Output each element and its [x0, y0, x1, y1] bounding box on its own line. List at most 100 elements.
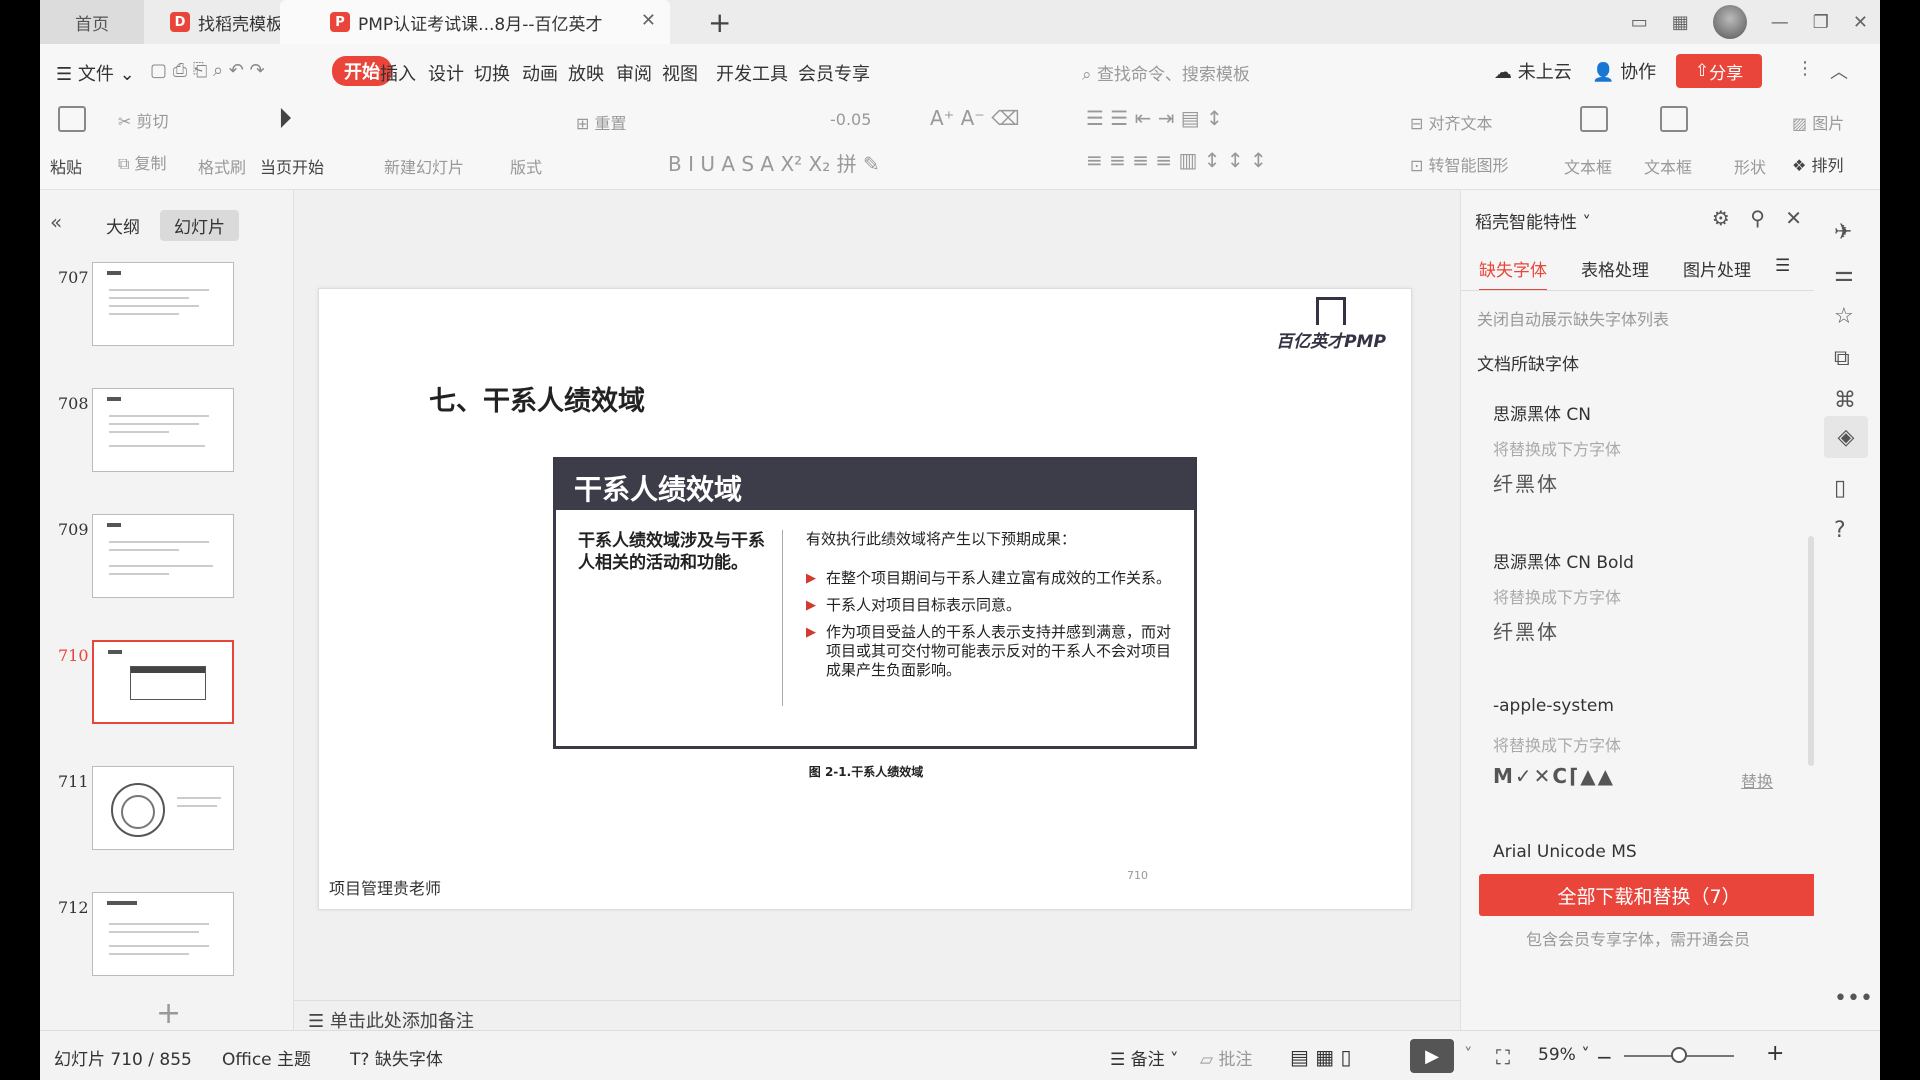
- slide-thumbnail[interactable]: [92, 514, 234, 598]
- notes-toggle[interactable]: ☰ 备注 ˅: [1110, 1045, 1179, 1070]
- slide-thumbnail[interactable]: [92, 766, 234, 850]
- reset-button[interactable]: ⊞ 重置: [576, 110, 627, 134]
- command-search[interactable]: ⌕ 查找命令、搜索模板: [1082, 60, 1250, 85]
- collapse-panel-icon[interactable]: «: [50, 210, 62, 234]
- paste-button[interactable]: 粘贴: [50, 154, 82, 178]
- current-slide[interactable]: 百亿英才PMP 七、干系人绩效域 干系人绩效域 干系人绩效域涉及与干系人相关的活…: [318, 288, 1412, 910]
- share-button[interactable]: ⇧ 分享: [1676, 54, 1762, 88]
- thumbnail-708[interactable]: 708: [40, 388, 294, 488]
- textbox2-icon[interactable]: [1660, 106, 1688, 132]
- slide-thumbnail[interactable]: [92, 892, 234, 976]
- font-size-delta[interactable]: -0.05: [830, 110, 871, 129]
- notes-field[interactable]: ☰ 单击此处添加备注: [294, 1000, 1460, 1032]
- play-slideshow-button[interactable]: ▶: [1410, 1039, 1454, 1073]
- text-format-buttons[interactable]: B I U A S A X² X₂ 拼 ✎: [668, 148, 880, 177]
- tab-document[interactable]: P PMP认证考试课...8月--百亿英才 ✕: [280, 0, 670, 44]
- thumbnail-712[interactable]: 712: [40, 892, 294, 992]
- play-current-button[interactable]: 当页开始: [260, 154, 324, 178]
- format-painter-button[interactable]: 格式刷: [198, 154, 246, 178]
- menu-insert[interactable]: 插入: [380, 60, 416, 86]
- panel-title[interactable]: 稻壳智能特性 ˅: [1475, 208, 1591, 233]
- download-replace-all-button[interactable]: 全部下载和替换（7）: [1479, 874, 1819, 916]
- collapse-ribbon-icon[interactable]: ︿: [1830, 58, 1848, 84]
- image-search-icon[interactable]: ⌘: [1834, 388, 1856, 413]
- thumbnail-707[interactable]: 707: [40, 262, 294, 362]
- play-options-icon[interactable]: ˅: [1464, 1045, 1473, 1065]
- menu-slideshow[interactable]: 放映: [568, 60, 604, 86]
- slide-thumbnail-selected[interactable]: [92, 640, 234, 724]
- cloud-status[interactable]: ☁ 未上云: [1494, 58, 1572, 84]
- quick-access-icons[interactable]: ▢ ⎙ ⎗ ⌕ ↶ ↷: [150, 60, 265, 81]
- list-buttons[interactable]: ☰ ☰ ⇤ ⇥ ▤ ↕: [1086, 106, 1223, 130]
- new-tab-button[interactable]: +: [708, 6, 731, 39]
- fit-window-icon[interactable]: ⛶: [1496, 1045, 1510, 1069]
- zoom-out-icon[interactable]: −: [1596, 1045, 1613, 1069]
- thumbnail-711[interactable]: 711: [40, 766, 294, 866]
- close-auto-show-link[interactable]: 关闭自动展示缺失字体列表: [1477, 306, 1669, 330]
- slide-thumbnail[interactable]: [92, 388, 234, 472]
- theme-name[interactable]: Office 主题: [222, 1045, 311, 1070]
- zoom-level[interactable]: 59% ˅: [1538, 1045, 1590, 1065]
- panel-menu-icon[interactable]: ☰: [1775, 256, 1790, 276]
- font-size-buttons[interactable]: A⁺ A⁻ ⌫: [930, 106, 1019, 130]
- add-slide-icon[interactable]: +: [156, 996, 181, 1031]
- sliders-icon[interactable]: ⚌: [1834, 262, 1854, 287]
- close-tab-icon[interactable]: ✕: [641, 10, 656, 31]
- settings-gear-icon[interactable]: ⚙: [1712, 206, 1730, 230]
- menu-design[interactable]: 设计: [428, 60, 464, 86]
- rocket-icon[interactable]: ✈: [1834, 220, 1852, 245]
- paste-icon[interactable]: [58, 106, 86, 132]
- copy-doc-icon[interactable]: ⧉: [1834, 346, 1850, 371]
- cut-button[interactable]: ✂ 剪切: [118, 108, 169, 132]
- compass-icon[interactable]: ◈: [1824, 416, 1868, 458]
- replacement-font[interactable]: 纤黑体: [1493, 468, 1559, 497]
- replace-link[interactable]: 替换: [1741, 768, 1773, 792]
- tab-slides[interactable]: 幻灯片: [160, 210, 239, 241]
- more-icon[interactable]: ⋮: [1796, 58, 1814, 79]
- textbox-button[interactable]: 文本框: [1564, 154, 1612, 178]
- paragraph-align-buttons[interactable]: ≡ ≡ ≡ ≡ ▥ ↕ ↕ ↕: [1086, 148, 1267, 172]
- user-avatar[interactable]: [1712, 5, 1747, 39]
- layout-icon[interactable]: ▭: [1631, 12, 1648, 33]
- menu-member[interactable]: 会员专享: [798, 60, 870, 86]
- menu-transition[interactable]: 切换: [474, 60, 510, 86]
- menu-animation[interactable]: 动画: [522, 60, 558, 86]
- tab-image-processing[interactable]: 图片处理: [1683, 256, 1751, 281]
- minimize-icon[interactable]: —: [1771, 12, 1789, 33]
- menu-review[interactable]: 审阅: [616, 60, 652, 86]
- shape-button[interactable]: 形状: [1734, 154, 1766, 178]
- close-panel-icon[interactable]: ✕: [1785, 206, 1802, 230]
- textbox2-button[interactable]: 文本框: [1644, 154, 1692, 178]
- textbox-icon[interactable]: [1580, 106, 1608, 132]
- view-mode-icons[interactable]: ▤ ▦ ▯: [1290, 1045, 1352, 1069]
- grid-apps-icon[interactable]: ▦: [1672, 12, 1689, 33]
- zoom-in-icon[interactable]: +: [1766, 1041, 1784, 1066]
- file-menu[interactable]: ☰ 文件 ⌄: [56, 60, 135, 86]
- book-icon[interactable]: ▯: [1834, 476, 1846, 501]
- arrange-button[interactable]: ❖ 排列: [1792, 152, 1843, 176]
- replacement-font[interactable]: M✓✕C⌈▲▲: [1493, 764, 1615, 788]
- collaborate-button[interactable]: 👤 协作: [1592, 58, 1656, 84]
- pin-icon[interactable]: ⚲: [1750, 206, 1765, 230]
- thumbnail-710[interactable]: 710: [40, 640, 294, 740]
- more-dots-icon[interactable]: •••: [1834, 986, 1873, 1011]
- comments-toggle[interactable]: ▱ 批注: [1200, 1045, 1252, 1070]
- tab-missing-fonts[interactable]: 缺失字体: [1479, 256, 1547, 291]
- star-icon[interactable]: ☆: [1834, 304, 1854, 329]
- tab-table-processing[interactable]: 表格处理: [1581, 256, 1649, 281]
- menu-developer[interactable]: 开发工具: [716, 60, 788, 86]
- picture-button[interactable]: ▨ 图片: [1792, 110, 1844, 134]
- tab-outline[interactable]: 大纲: [92, 210, 154, 241]
- play-current-icon[interactable]: ⏵: [278, 102, 292, 136]
- layout-button[interactable]: 版式: [510, 154, 542, 178]
- menu-view[interactable]: 视图: [662, 60, 698, 86]
- zoom-slider-knob[interactable]: [1671, 1047, 1687, 1063]
- maximize-icon[interactable]: ❐: [1813, 12, 1829, 33]
- tab-home[interactable]: 首页: [40, 0, 144, 44]
- help-icon[interactable]: ?: [1834, 518, 1846, 543]
- replacement-font[interactable]: 纤黑体: [1493, 616, 1559, 645]
- copy-button[interactable]: ⧉ 复制: [118, 150, 167, 174]
- missing-font-status[interactable]: T? 缺失字体: [350, 1045, 443, 1070]
- close-window-icon[interactable]: ✕: [1853, 12, 1868, 33]
- align-text-button[interactable]: ⊟ 对齐文本: [1410, 110, 1493, 134]
